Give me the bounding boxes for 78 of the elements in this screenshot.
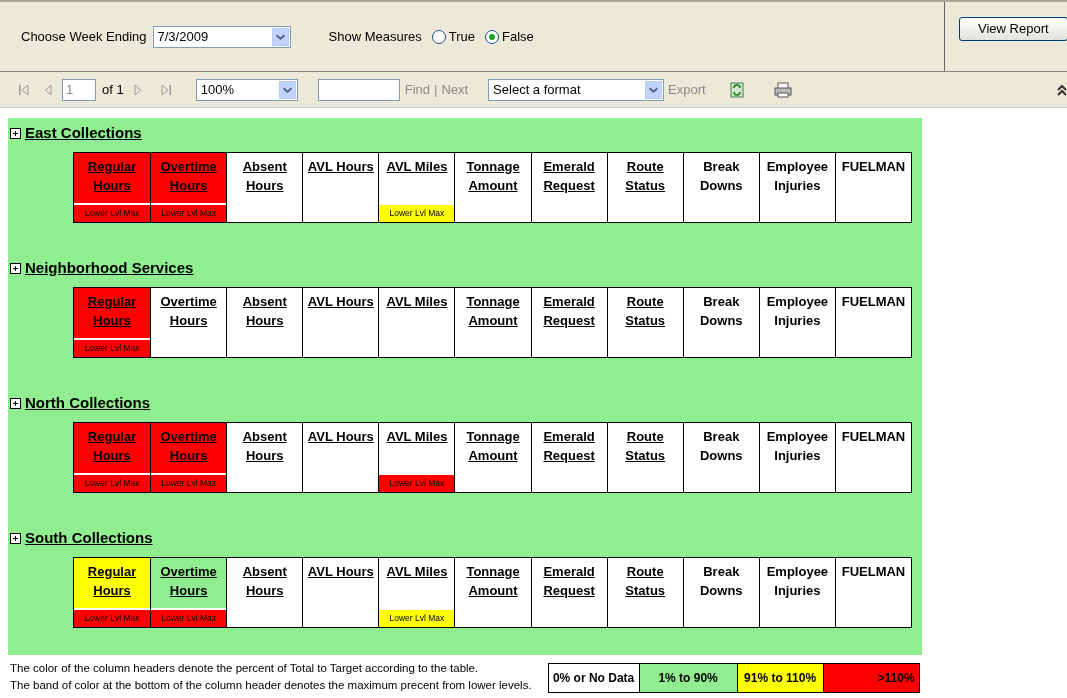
toolbar-separator: | [434, 80, 438, 99]
legend-cell: 1% to 90% [638, 664, 737, 692]
level-band: Lower Lvl Max [379, 472, 455, 492]
column-header[interactable]: Emerald Request [530, 152, 607, 222]
column-header[interactable]: Regular Hours Lower Lvl Max [74, 422, 151, 492]
level-band: Lower Lvl Max [379, 202, 455, 222]
column-header: Employee Injuries [758, 557, 835, 627]
column-header: Break Downs [682, 287, 759, 357]
column-header[interactable]: Regular Hours Lower Lvl Max [74, 152, 151, 222]
column-header[interactable]: Route Status [606, 287, 683, 357]
section-title-link[interactable]: Neighborhood Services [25, 257, 194, 280]
section-title-link[interactable]: North Collections [25, 392, 150, 415]
column-header[interactable]: Absent Hours [226, 557, 303, 627]
radio-label: True [448, 27, 475, 46]
column-header[interactable]: AVL Hours [302, 422, 379, 492]
printer-icon[interactable] [773, 81, 792, 98]
column-header[interactable]: AVL Hours [302, 557, 379, 627]
column-header[interactable]: Tonnage Amount [454, 152, 531, 222]
column-header[interactable]: Emerald Request [530, 422, 607, 492]
level-band: Lower Lvl Max [151, 607, 227, 627]
column-header[interactable]: Emerald Request [530, 557, 607, 627]
column-header[interactable]: Emerald Request [530, 287, 607, 357]
column-header[interactable]: AVL Miles Lower Lvl Max [378, 422, 455, 492]
column-header[interactable]: Overtime Hours Lower Lvl Max [150, 152, 227, 222]
column-header: Employee Injuries [758, 152, 835, 222]
column-header[interactable]: Tonnage Amount [454, 287, 531, 357]
column-header: FUELMAN [834, 422, 912, 492]
collapse-icon[interactable] [1057, 82, 1067, 97]
column-header[interactable]: Absent Hours [226, 152, 303, 222]
column-header[interactable]: AVL Miles Lower Lvl Max [378, 152, 455, 222]
column-header[interactable]: Overtime Hours Lower Lvl Max [150, 422, 227, 492]
column-header[interactable]: AVL Miles Lower Lvl Max [378, 557, 455, 627]
find-field[interactable] [317, 78, 400, 101]
column-header[interactable]: AVL Hours [302, 287, 379, 357]
column-header[interactable]: AVL Miles [378, 287, 455, 357]
column-header[interactable]: Regular Hours Lower Lvl Max [74, 557, 151, 627]
column-header[interactable]: AVL Hours [302, 152, 379, 222]
column-header: Break Downs [682, 422, 759, 492]
column-header[interactable]: Absent Hours [226, 422, 303, 492]
column-header: Employee Injuries [758, 287, 835, 357]
column-header: Break Downs [682, 152, 759, 222]
column-header[interactable]: Tonnage Amount [454, 422, 531, 492]
export-format-dropdown[interactable]: Select a format [488, 78, 665, 101]
column-header[interactable]: Route Status [606, 152, 683, 222]
page-count-label: of 1 [102, 80, 124, 99]
column-header: FUELMAN [834, 152, 912, 222]
radio-button[interactable] [431, 29, 446, 44]
expand-icon[interactable] [10, 127, 21, 139]
column-header: Break Downs [682, 557, 759, 627]
section-title-link[interactable]: South Collections [25, 527, 153, 550]
column-header[interactable]: Tonnage Amount [454, 557, 531, 627]
expand-icon[interactable] [10, 532, 21, 544]
legend-cell: 91% to 110% [736, 664, 823, 692]
view-report-button[interactable]: View Report [959, 17, 1067, 41]
radio-button[interactable] [485, 29, 499, 44]
column-header[interactable]: Overtime Hours Lower Lvl Max [150, 557, 227, 627]
expand-icon[interactable] [10, 262, 21, 274]
column-header[interactable]: Route Status [606, 422, 683, 492]
week-ending-label: Choose Week Ending [21, 27, 147, 46]
show-measures-label: Show Measures [327, 27, 422, 46]
level-band: Lower Lvl Max [74, 607, 151, 627]
refresh-icon[interactable] [729, 81, 744, 98]
section-title-link[interactable]: East Collections [25, 122, 142, 145]
zoom-dropdown[interactable]: 100% [195, 78, 298, 101]
column-header[interactable]: Regular Hours Lower Lvl Max [74, 287, 151, 357]
footer-note: The color of the column headers denote the percent of Total to Target according to the table. [10, 661, 480, 676]
column-header[interactable]: Route Status [606, 557, 683, 627]
footer-note: The band of color at the bottom of the column header denotes the maximum precent from lower levels. [10, 678, 532, 693]
level-band: Lower Lvl Max [379, 607, 455, 627]
expand-icon[interactable] [10, 397, 21, 409]
column-header: FUELMAN [834, 557, 912, 627]
week-ending-dropdown[interactable]: 7/3/2009 [152, 25, 291, 48]
legend-cell: >110% [822, 664, 919, 692]
column-header: Employee Injuries [758, 422, 835, 492]
column-header: FUELMAN [834, 287, 912, 357]
radio-label: False [502, 27, 534, 46]
column-header[interactable]: Absent Hours [226, 287, 303, 357]
column-header[interactable]: Overtime Hours [150, 287, 227, 357]
